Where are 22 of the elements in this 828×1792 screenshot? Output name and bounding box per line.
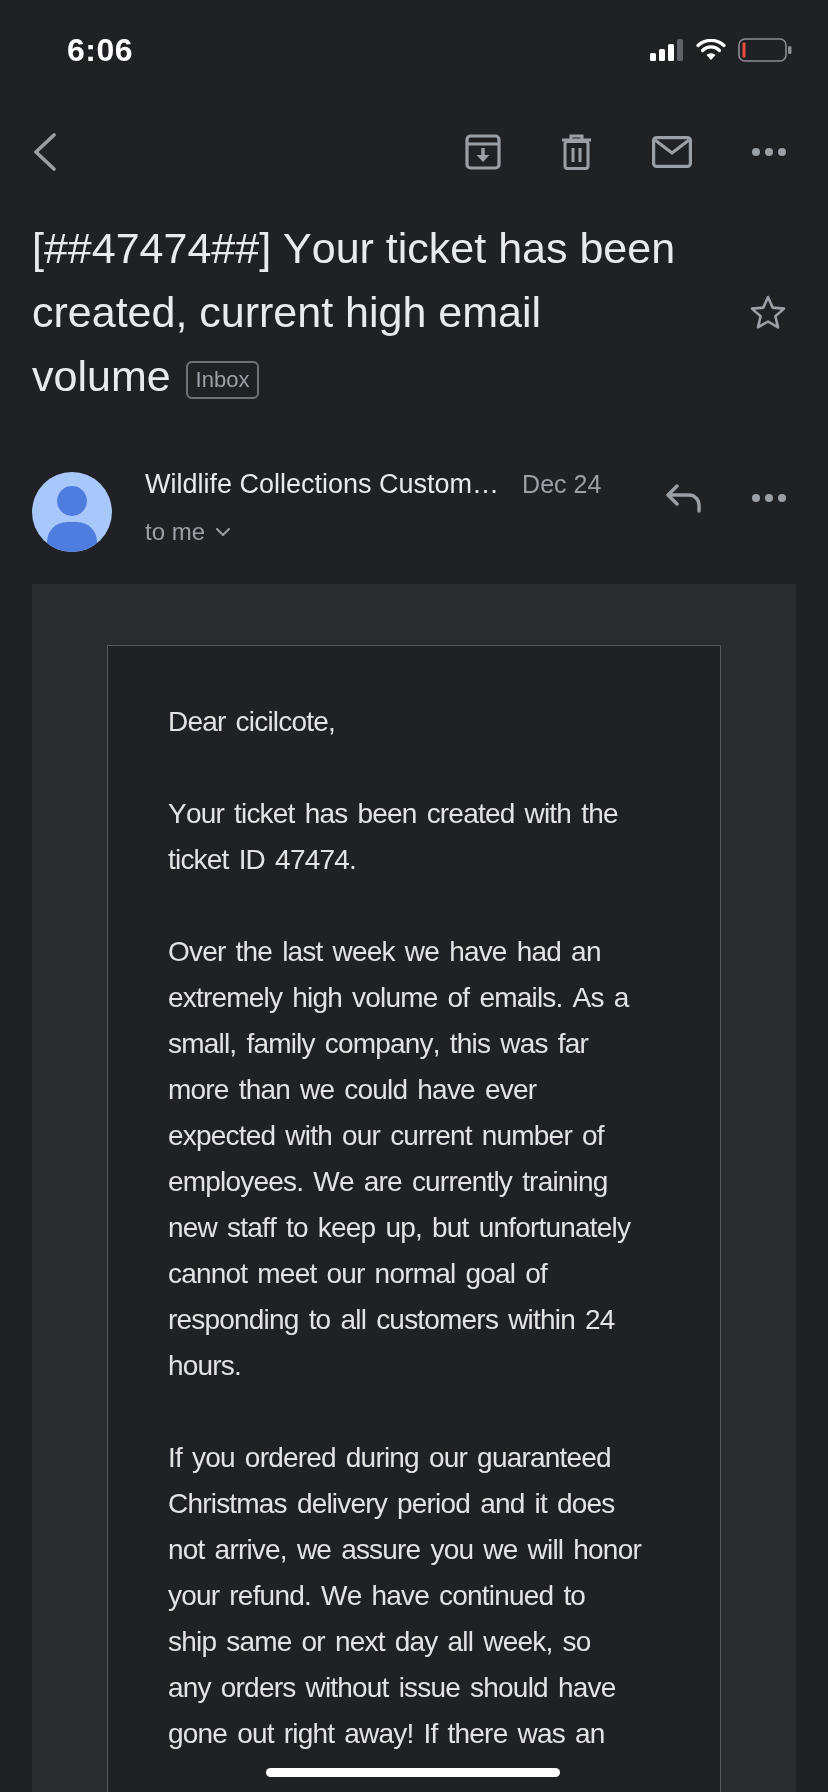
signal-bars-icon [650, 39, 684, 61]
recipient-toggle[interactable]: to me [145, 516, 232, 548]
status-time: 6:06 [67, 31, 134, 69]
sender-name: Wildlife Collections Custom… [145, 468, 500, 501]
star-icon[interactable] [750, 294, 786, 330]
more-icon[interactable] [752, 494, 786, 502]
body-paragraph: If you ordered during our guaranteed Christmas delivery period and it does not arrive, we assure you we will honor your refund. We have continued to ship same or next day all week, so any orders without issue should have gone out right away! If there was an [168, 1441, 642, 1751]
body-paragraph: Your ticket has been created with the ticket ID 47474. [168, 797, 619, 877]
trash-icon[interactable] [561, 134, 592, 170]
wifi-icon [696, 39, 726, 61]
curved-arrow-icon[interactable] [665, 483, 702, 513]
chevron-left-icon[interactable] [33, 133, 57, 171]
envelope-icon[interactable] [652, 136, 692, 168]
chevron-down-icon [215, 527, 232, 537]
body-paragraph: Over the last week we have had an extremely high volume of emails. As a small, family company, this was far more than we could have ever expected with our current number of employees. We are currently training new staff to keep up, but unfortunately cannot meet our normal goal of responding to all customers within 24 hours. [168, 935, 632, 1383]
more-icon[interactable] [752, 148, 786, 156]
body-paragraph: Dear cicilcote, [168, 705, 336, 739]
box-arrow-down-icon[interactable] [465, 134, 501, 170]
battery-icon [738, 38, 792, 62]
message-date: Dec 24 [522, 469, 602, 500]
email-subject: [##47474##] Your ticket has been created, current high email volume Inbox [32, 223, 677, 402]
person-avatar-icon [32, 472, 112, 552]
